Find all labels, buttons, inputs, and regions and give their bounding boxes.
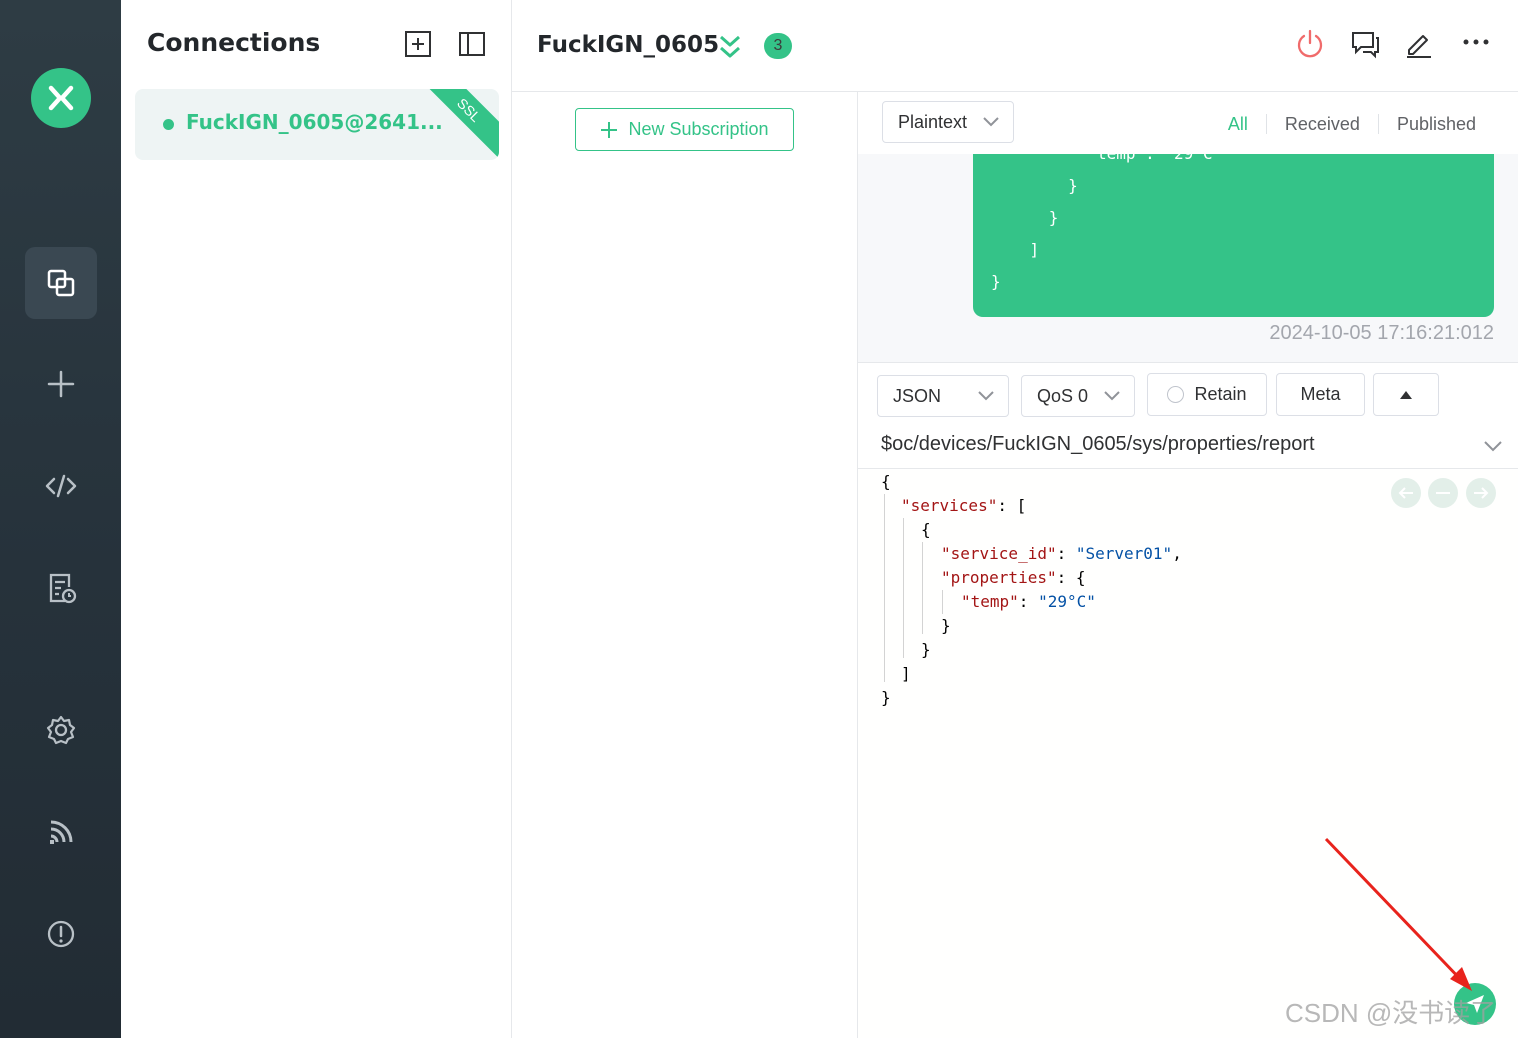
connections-icon[interactable] [25, 247, 97, 319]
caret-up-icon [1400, 390, 1412, 399]
info-icon[interactable] [25, 898, 97, 970]
message-count-badge: 3 [764, 33, 792, 59]
chevron-down-icon [978, 391, 994, 401]
connections-title: Connections [147, 28, 321, 57]
plus-icon[interactable] [25, 348, 97, 420]
collapse-chevron-icon[interactable] [718, 33, 742, 61]
filter-published[interactable]: Published [1377, 114, 1494, 134]
retain-radio [1167, 386, 1185, 403]
indent-guide [884, 494, 885, 682]
collapse-publish-button[interactable] [1373, 373, 1439, 416]
connection-item[interactable]: FuckIGN_0605@2641... SSL [135, 89, 499, 160]
qos-select[interactable]: QoS 0 [1021, 375, 1135, 417]
retain-label: Retain [1194, 384, 1247, 404]
topic-input[interactable]: $oc/devices/FuckIGN_0605/sys/properties/… [858, 423, 1518, 469]
payload-editor[interactable]: { "services": [ { "service_id": "Server0… [858, 470, 1518, 1038]
connected-status-dot [163, 119, 174, 130]
indent-guide [922, 542, 923, 634]
code-line: } [941, 616, 951, 635]
history-forward-icon[interactable] [1466, 478, 1496, 508]
code-line: } [921, 640, 931, 659]
code-line: "service_id": "Server01", [941, 544, 1182, 563]
log-icon[interactable] [25, 552, 97, 624]
filter-received[interactable]: Received [1265, 114, 1378, 134]
chevron-down-icon[interactable] [1484, 439, 1502, 453]
indent-guide [942, 590, 943, 614]
rss-icon[interactable] [25, 796, 97, 868]
connection-title: FuckIGN_0605 [537, 32, 720, 58]
message-toolbar: Plaintext All Received Published [858, 92, 1518, 154]
new-window-icon[interactable] [404, 30, 432, 58]
connection-header: FuckIGN_0605 3 [512, 0, 1518, 92]
meta-button[interactable]: Meta [1276, 373, 1365, 416]
history-back-icon[interactable] [1391, 478, 1421, 508]
watermark: CSDN @没书读了 [1285, 998, 1497, 1028]
publish-panel: JSON QoS 0 Retain Meta $oc/devices/FuckI… [858, 362, 1518, 1038]
new-subscription-label: New Subscription [628, 119, 769, 139]
meta-label: Meta [1300, 384, 1341, 404]
code-line: "services": [ [901, 496, 1027, 515]
edit-pencil-icon[interactable] [1403, 28, 1435, 60]
history-clear-icon[interactable] [1428, 478, 1458, 508]
more-options-icon[interactable] [1460, 28, 1492, 60]
code-line: { [881, 472, 891, 491]
connections-panel: Connections FuckIGN_0605@2641... SSL [121, 0, 512, 1038]
message-filter-tabs: All Received Published [1210, 114, 1494, 134]
code-line: ] [901, 664, 911, 683]
code-line: "properties": { [941, 568, 1086, 587]
code-line: { [921, 520, 931, 539]
published-message-bubble[interactable]: "temp": "29°C" } } ] } [973, 132, 1494, 317]
message-line: } [991, 208, 1059, 227]
message-timestamp: 2024-10-05 17:16:21:012 [1269, 322, 1494, 344]
nav-rail [0, 0, 121, 1038]
code-line: } [881, 688, 891, 707]
plus-icon [601, 121, 618, 138]
chevron-down-icon [1104, 391, 1120, 401]
payload-format-select[interactable]: JSON [877, 375, 1009, 417]
connection-name: FuckIGN_0605@2641... [186, 110, 443, 134]
message-line: } [991, 272, 1001, 291]
receive-format-select[interactable]: Plaintext [882, 101, 1014, 143]
disconnect-power-icon[interactable] [1294, 28, 1326, 60]
sidebar-toggle-icon[interactable] [458, 30, 486, 58]
chat-bubbles-icon[interactable] [1349, 28, 1381, 60]
new-subscription-button[interactable]: New Subscription [575, 108, 794, 151]
code-line: "temp": "29°C" [961, 592, 1096, 611]
mqttx-logo-icon [31, 68, 91, 128]
code-icon[interactable] [25, 450, 97, 522]
message-list: Plaintext All Received Published "temp":… [858, 92, 1518, 362]
qos-value: QoS 0 [1037, 386, 1089, 406]
chevron-down-icon [983, 117, 999, 127]
retain-toggle[interactable]: Retain [1147, 373, 1267, 416]
filter-all[interactable]: All [1210, 114, 1266, 134]
subscriptions-column: New Subscription [512, 92, 858, 1038]
topic-value: $oc/devices/FuckIGN_0605/sys/properties/… [881, 433, 1315, 455]
payload-format-value: JSON [893, 386, 942, 406]
receive-format-value: Plaintext [898, 112, 968, 132]
message-line: ] [991, 240, 1040, 259]
message-line: } [991, 176, 1078, 195]
indent-guide [903, 518, 904, 658]
gear-icon[interactable] [25, 694, 97, 766]
